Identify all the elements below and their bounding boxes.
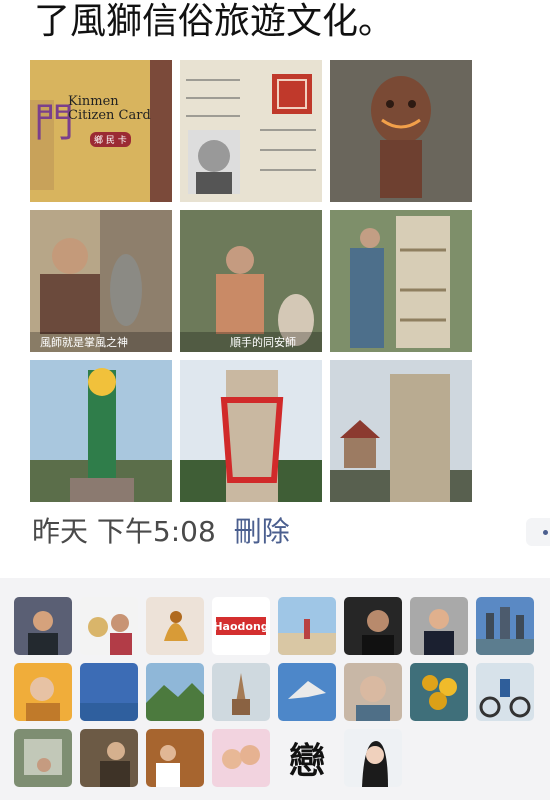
avatar-4-text: Haodong bbox=[213, 619, 269, 633]
avatar-21-text: 戀 bbox=[288, 741, 325, 782]
photo-painted-wind-lion[interactable] bbox=[30, 360, 172, 502]
avatar-12[interactable] bbox=[212, 663, 270, 721]
photo-kinmen-citizen-card[interactable]: 門 Kinmen Citizen Card 鄉 民 卡 bbox=[30, 60, 172, 202]
avatar-4[interactable]: Haodong bbox=[212, 597, 270, 655]
avatar-16[interactable] bbox=[476, 663, 534, 721]
avatar-7[interactable] bbox=[410, 597, 468, 655]
avatar-18[interactable] bbox=[80, 729, 138, 787]
card-badge: 鄉 民 卡 bbox=[90, 132, 131, 147]
photo-craftsman-painting[interactable]: 順手的同安師 bbox=[180, 210, 322, 352]
video-subtitle: 風師就是掌風之神 bbox=[40, 336, 128, 349]
likes-panel: Haodong 戀 bbox=[0, 578, 550, 800]
avatar-14[interactable] bbox=[344, 663, 402, 721]
post-time: 昨天 下午5:08 bbox=[32, 515, 216, 548]
post-meta: 昨天 下午5:08 刪除 bbox=[32, 510, 290, 554]
avatar-21[interactable]: 戀 bbox=[278, 729, 336, 787]
avatar-8[interactable] bbox=[476, 597, 534, 655]
avatar-9[interactable] bbox=[14, 663, 72, 721]
avatar-17[interactable] bbox=[14, 729, 72, 787]
photo-stone-lion-statue[interactable] bbox=[330, 360, 472, 502]
card-title-2: Citizen Card bbox=[68, 108, 151, 123]
avatar-20[interactable] bbox=[212, 729, 270, 787]
video-subtitle-2: 順手的同安師 bbox=[230, 336, 296, 349]
dot-icon bbox=[543, 530, 548, 535]
photo-red-sash-lion[interactable] bbox=[180, 360, 322, 502]
avatar-2[interactable] bbox=[80, 597, 138, 655]
more-actions-button[interactable] bbox=[526, 518, 550, 546]
photo-interview-man[interactable]: 風師就是掌風之神 bbox=[30, 210, 172, 352]
post-text: 了風獅信俗旅遊文化。 bbox=[34, 1, 395, 42]
card-title-1: Kinmen bbox=[68, 94, 119, 109]
avatar-15[interactable] bbox=[410, 663, 468, 721]
photo-grid: 門 Kinmen Citizen Card 鄉 民 卡 風師就是掌風之神 順手的… bbox=[30, 60, 472, 502]
avatar-11[interactable] bbox=[146, 663, 204, 721]
avatar-1[interactable] bbox=[14, 597, 72, 655]
avatar-5[interactable] bbox=[278, 597, 336, 655]
avatar-6[interactable] bbox=[344, 597, 402, 655]
photo-stone-lion-carving[interactable] bbox=[330, 210, 472, 352]
avatar-22[interactable] bbox=[344, 729, 402, 787]
delete-link[interactable]: 刪除 bbox=[234, 515, 290, 548]
avatar-3[interactable] bbox=[146, 597, 204, 655]
avatar-13[interactable] bbox=[278, 663, 336, 721]
avatar-10[interactable] bbox=[80, 663, 138, 721]
photo-wind-lion-carving[interactable] bbox=[330, 60, 472, 202]
photo-id-document[interactable] bbox=[180, 60, 322, 202]
avatar-19[interactable] bbox=[146, 729, 204, 787]
